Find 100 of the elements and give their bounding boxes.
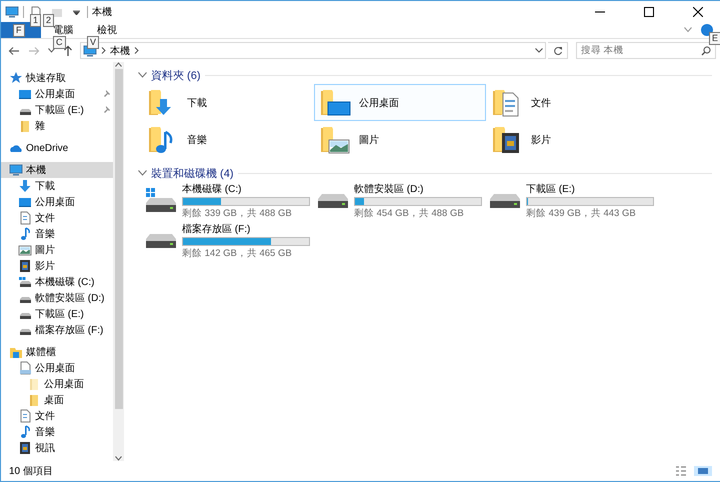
keytip: 1 xyxy=(30,14,42,27)
chevron-down-icon xyxy=(138,170,147,176)
folder-item[interactable]: 公用桌面 xyxy=(314,84,486,121)
nav-item[interactable]: 公用桌面 xyxy=(1,86,113,102)
nav-item[interactable]: 下載 xyxy=(1,178,113,194)
ribbon-tab[interactable]: 檢視 xyxy=(85,22,129,38)
chevron-right-icon xyxy=(134,47,139,54)
nav-item[interactable]: 媒體櫃 xyxy=(1,344,113,360)
monitor-icon xyxy=(18,87,32,101)
drive-icon xyxy=(144,233,178,249)
refresh-icon xyxy=(552,46,562,56)
nav-item[interactable]: 影片 xyxy=(1,258,113,274)
search-field[interactable]: 搜尋 本機 xyxy=(576,42,716,59)
nav-item[interactable]: 桌面 xyxy=(1,392,113,408)
chevron-down-icon xyxy=(535,48,543,53)
folder-item[interactable]: 文件 xyxy=(486,84,658,121)
nav-item[interactable]: 下載區 (E:) xyxy=(1,102,113,118)
picture-icon xyxy=(18,243,32,257)
nav-item[interactable]: 音樂 xyxy=(1,424,113,440)
nav-item[interactable]: 公用桌面 xyxy=(1,360,113,376)
refresh-button[interactable] xyxy=(548,42,568,59)
drive-icon xyxy=(316,193,350,209)
folder-icon xyxy=(27,393,41,407)
drive-icon xyxy=(144,187,178,215)
drive-item[interactable]: 檔案存放區 (F:) 剩餘 142 GB，共 465 GB xyxy=(142,222,314,260)
chevron-right-icon xyxy=(101,47,106,54)
nav-item[interactable]: 軟體安裝區 (D:) xyxy=(1,290,113,306)
drive-space: 剩餘 454 GB，共 488 GB xyxy=(354,207,465,220)
computer-icon xyxy=(5,6,19,18)
nav-item[interactable]: 視訊 xyxy=(1,440,113,456)
item-count: 10 個項目 xyxy=(9,465,54,478)
scroll-up-icon xyxy=(115,62,122,67)
document-icon xyxy=(18,211,32,225)
folder-item[interactable]: 音樂 xyxy=(142,121,314,158)
drive-space: 剩餘 142 GB，共 465 GB xyxy=(182,247,293,260)
folder-item[interactable]: 下載 xyxy=(142,84,314,121)
nav-item[interactable]: 文件 xyxy=(1,210,113,226)
nav-item[interactable]: 本機 xyxy=(1,162,113,178)
window-title: 本機 xyxy=(92,6,113,18)
breadcrumb[interactable]: 本機 xyxy=(110,44,130,58)
drive-name: 軟體安裝區 (D:) xyxy=(354,182,424,196)
drive-name: 下載區 (E:) xyxy=(526,182,576,196)
keytip: F xyxy=(13,24,24,37)
drive-name: 本機磁碟 (C:) xyxy=(182,182,242,196)
nav-item[interactable]: 音樂 xyxy=(1,226,113,242)
drive-icon xyxy=(488,193,522,209)
customize-button[interactable] xyxy=(70,8,83,14)
folder-icon xyxy=(18,119,32,133)
nav-item[interactable]: 圖片 xyxy=(1,242,113,258)
film-icon xyxy=(18,441,32,455)
maximize-icon xyxy=(644,6,654,16)
back-arrow-icon xyxy=(8,46,20,56)
monitor-icon xyxy=(18,195,32,209)
folder-item[interactable]: 圖片 xyxy=(314,121,486,158)
nav-item[interactable]: OneDrive xyxy=(1,140,113,156)
folder-icon xyxy=(27,377,41,391)
drive-space: 剩餘 339 GB，共 488 GB xyxy=(182,207,293,220)
computer-icon xyxy=(9,163,23,177)
scroll-down-icon xyxy=(115,456,122,461)
help-icon xyxy=(701,24,713,36)
details-view-icon xyxy=(675,466,687,476)
library-icon xyxy=(9,345,23,359)
nav-item[interactable]: 檔案存放區 (F:) xyxy=(1,322,113,338)
document-icon xyxy=(18,361,32,375)
dropdown-icon xyxy=(73,8,80,14)
chevron-down-icon xyxy=(684,27,692,33)
nav-item[interactable]: 公用桌面 xyxy=(1,194,113,210)
nav-item[interactable]: 雜 xyxy=(1,118,113,134)
drive-icon xyxy=(18,275,32,289)
star-icon xyxy=(9,71,23,85)
nav-item[interactable]: 下載區 (E:) xyxy=(1,306,113,322)
download-icon xyxy=(18,179,32,193)
keytip: 2 xyxy=(43,14,54,27)
help-button[interactable] xyxy=(698,24,716,36)
keytip: E xyxy=(709,32,720,45)
nav-item[interactable]: 本機磁碟 (C:) xyxy=(1,274,113,290)
group-heading[interactable]: 資料夾 (6) xyxy=(151,68,200,82)
document-icon xyxy=(18,409,32,423)
nav-item[interactable]: 快速存取 xyxy=(1,70,113,86)
close-icon xyxy=(692,6,702,16)
drive-item[interactable]: 軟體安裝區 (D:) 剩餘 454 GB，共 488 GB xyxy=(314,182,486,220)
drive-item[interactable]: 下載區 (E:) 剩餘 439 GB，共 443 GB xyxy=(486,182,658,220)
chevron-down-icon xyxy=(138,72,147,78)
keytip: V xyxy=(87,36,100,49)
up-arrow-icon xyxy=(63,44,73,56)
scrollbar[interactable] xyxy=(113,62,124,461)
nav-item[interactable]: 公用桌面 xyxy=(1,376,113,392)
chevron-down-icon xyxy=(48,48,55,53)
tiles-view-button[interactable] xyxy=(694,466,712,476)
music-note-icon xyxy=(18,425,32,439)
drive-space: 剩餘 439 GB，共 443 GB xyxy=(526,207,637,220)
tiles-view-icon xyxy=(697,466,709,476)
music-note-icon xyxy=(18,227,32,241)
search-icon xyxy=(701,46,711,56)
folder-item[interactable]: 影片 xyxy=(486,121,658,158)
drive-item[interactable]: 本機磁碟 (C:) 剩餘 339 GB，共 488 GB xyxy=(142,182,314,220)
nav-item[interactable]: 文件 xyxy=(1,408,113,424)
keytip: C xyxy=(53,36,66,49)
group-heading[interactable]: 裝置和磁碟機 (4) xyxy=(151,166,234,180)
forward-arrow-icon xyxy=(28,46,40,56)
